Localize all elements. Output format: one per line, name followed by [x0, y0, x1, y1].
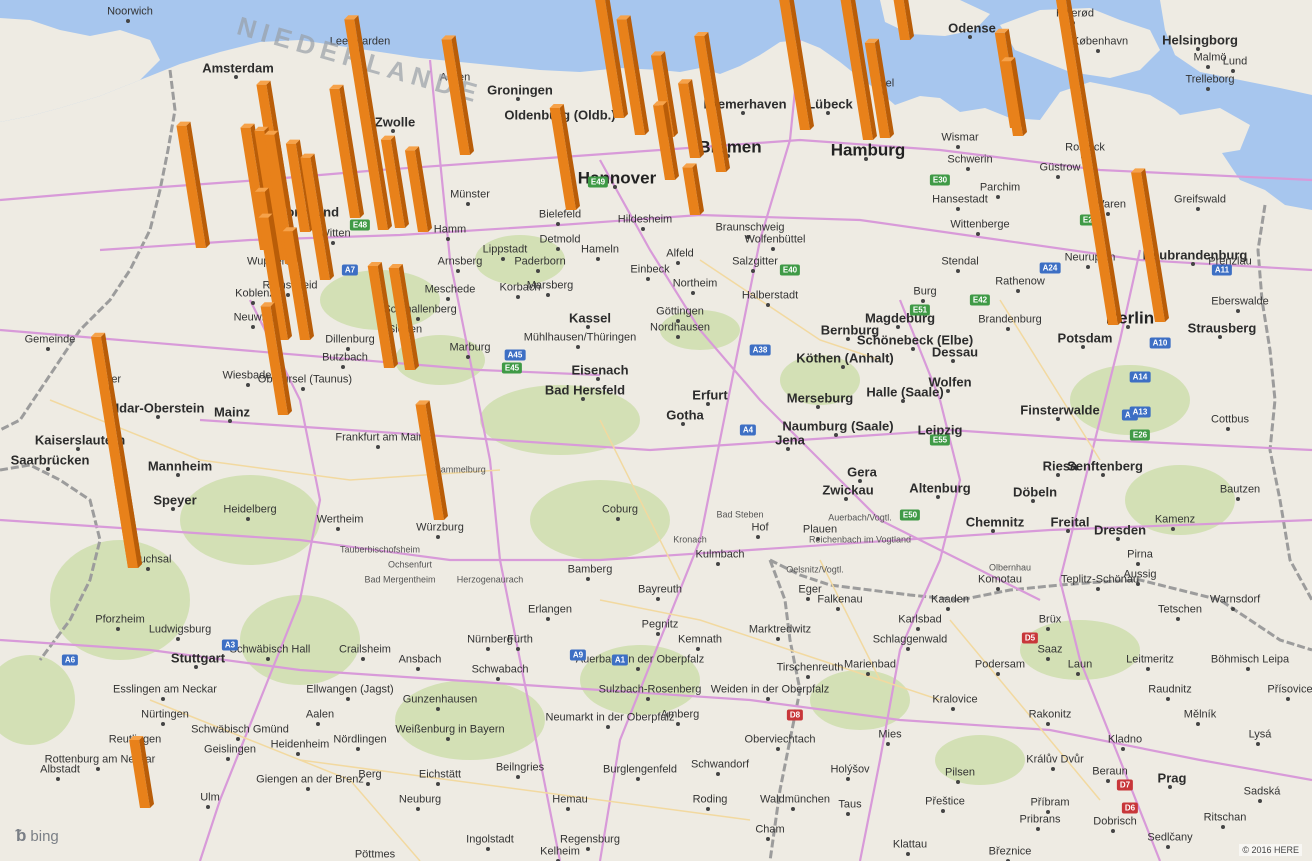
data-column[interactable]: [176, 121, 210, 248]
map-canvas[interactable]: Hamburg Berlin Bremen Hannover Leipzig Dresde…: [0, 0, 1312, 861]
data-column[interactable]: [415, 400, 448, 520]
data-column[interactable]: [819, 0, 877, 140]
data-column[interactable]: [441, 35, 474, 155]
data-column[interactable]: [1054, 0, 1122, 325]
column-front: [779, 0, 810, 130]
bing-b-icon: ᵬ: [16, 826, 27, 845]
data-column[interactable]: [1131, 168, 1169, 322]
data-columns-layer: [91, 0, 1169, 808]
data-column[interactable]: [1001, 57, 1027, 137]
column-side: [101, 332, 142, 568]
bing-logo-text: bing: [30, 827, 59, 845]
data-column[interactable]: [91, 332, 142, 568]
data-column[interactable]: [892, 0, 914, 40]
data-column[interactable]: [773, 0, 814, 130]
data-column[interactable]: [129, 736, 154, 808]
data-column[interactable]: [682, 163, 704, 215]
data-column[interactable]: [549, 104, 580, 210]
column-front: [91, 336, 138, 568]
data-column[interactable]: [404, 146, 432, 232]
map-attribution: © 2016 HERE: [1239, 844, 1302, 856]
column-front: [1055, 0, 1118, 325]
bing-logo[interactable]: ᵬ bing: [16, 826, 59, 846]
data-column[interactable]: [653, 101, 679, 180]
data-column[interactable]: [678, 79, 704, 158]
